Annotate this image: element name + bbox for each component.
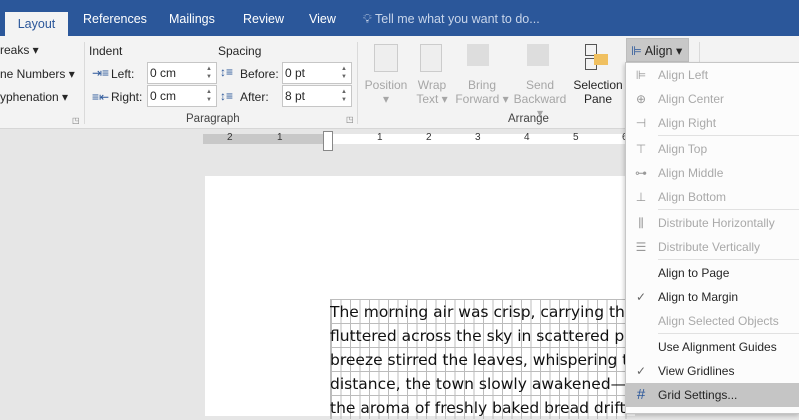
line-numbers-button[interactable]: ne Numbers ▾ (0, 67, 75, 81)
selection-pane-icon (585, 44, 609, 72)
breaks-button[interactable]: reaks ▾ (0, 43, 39, 57)
paragraph-group-label: Paragraph (186, 113, 240, 125)
menu-item-view-gridlines[interactable]: ✓ View Gridlines (626, 359, 799, 383)
align-button[interactable]: ⊫ Align ▾ (626, 38, 689, 62)
ruler-tick-label: 3 (475, 132, 481, 143)
indent-right-input[interactable]: 0 cm ▲ ▼ (147, 85, 217, 107)
menu-item-label: Align Right (658, 116, 717, 130)
menu-item-align-left[interactable]: ⊫ Align Left (626, 63, 799, 87)
menu-item-distribute-vertically[interactable]: ☰ Distribute Vertically (626, 235, 799, 259)
menu-item-label: Align to Page (658, 266, 730, 280)
position-icon (374, 44, 398, 72)
spacing-after-input[interactable]: 8 pt ▲ ▼ (282, 85, 352, 107)
send-backward-icon (527, 44, 549, 66)
checkmark-icon: ✓ (635, 364, 647, 378)
arrange-group-label: Arrange (508, 113, 549, 125)
wrap-text-button[interactable]: Wrap Text ▾ (414, 78, 450, 106)
align-left-icon: ⊫ (635, 68, 647, 82)
spacing-after-label: After: (240, 90, 269, 104)
menu-item-label: Distribute Horizontally (658, 216, 775, 230)
align-center-icon: ⊕ (635, 92, 647, 106)
menu-item-label: Align Middle (658, 166, 724, 180)
text-line: The morning air was crisp, carrying the … (330, 303, 626, 321)
text-line: breeze stirred the leaves, whispering ta… (330, 351, 626, 369)
menu-item-align-right[interactable]: ⊣ Align Right (626, 111, 799, 135)
align-icon: ⊫ (631, 44, 642, 58)
menu-item-label: Grid Settings... (658, 388, 738, 402)
align-right-icon: ⊣ (635, 116, 647, 130)
tab-mailings[interactable]: Mailings (169, 12, 215, 26)
divider (84, 42, 85, 124)
divider (357, 42, 358, 124)
selection-pane-button[interactable]: Selection Pane (572, 78, 624, 106)
tell-me-box[interactable]: 💡︎ Tell me what you want to do... (363, 12, 540, 27)
tell-me-text: Tell me what you want to do... (375, 12, 540, 26)
menu-item-align-selected-objects[interactable]: Align Selected Objects (626, 309, 799, 333)
page-setup-launcher-icon[interactable]: ◳ (72, 116, 80, 125)
indent-left-label: Left: (111, 67, 135, 81)
indent-right-label: Right: (111, 90, 143, 104)
position-button[interactable]: Position ▾ (364, 78, 408, 106)
indent-marker[interactable] (323, 131, 333, 151)
bring-forward-button[interactable]: Bring Forward ▾ (454, 78, 510, 106)
align-bottom-icon: ⊥ (635, 190, 647, 204)
align-menu: ⊫ Align Left ⊕ Align Center ⊣ Align Right ⊤ Ali… (625, 62, 799, 414)
menu-item-align-to-margin[interactable]: ✓ Align to Margin (626, 285, 799, 309)
spacing-label: Spacing (218, 44, 262, 58)
menu-item-label: Use Alignment Guides (658, 340, 777, 354)
hyphenation-button[interactable]: yphenation ▾ (0, 90, 68, 104)
ruler-tick-label: 4 (524, 132, 530, 143)
menu-item-grid-settings[interactable]: # Grid Settings... (626, 383, 799, 407)
menu-item-align-top[interactable]: ⊤ Align Top (626, 137, 799, 161)
tab-references[interactable]: References (83, 12, 147, 26)
indent-left-input[interactable]: 0 cm ▲ ▼ (147, 62, 217, 84)
tab-layout[interactable]: Layout (5, 12, 68, 37)
menu-item-label: Align Bottom (658, 190, 727, 204)
grid-icon: # (636, 386, 646, 403)
text-line: the aroma of freshly baked bread drifted… (330, 399, 626, 417)
wrap-text-icon (420, 44, 442, 72)
bring-forward-icon (467, 44, 489, 66)
menu-item-label: Align Selected Objects (658, 314, 779, 328)
spacing-before-input[interactable]: 0 pt ▲ ▼ (282, 62, 352, 84)
menu-item-label: View Gridlines (658, 364, 735, 378)
ruler-tick-label: 1 (277, 132, 283, 143)
menu-item-distribute-horizontally[interactable]: ⫼ Distribute Horizontally (626, 211, 799, 235)
spacing-before-label: Before: (240, 67, 279, 81)
lightbulb-icon: 💡︎ (363, 12, 372, 26)
menu-item-align-bottom[interactable]: ⊥ Align Bottom (626, 185, 799, 209)
tab-review[interactable]: Review (243, 12, 284, 26)
text-line: fluttered across the sky in scattered pa… (330, 327, 626, 345)
distribute-vertically-icon: ☰ (635, 240, 647, 254)
align-middle-icon: ⊶ (635, 166, 647, 180)
ruler-tick-label: 2 (227, 132, 233, 143)
ruler-tick-label: 5 (573, 132, 579, 143)
spacing-after-icon: ↕≡ (220, 89, 234, 103)
menu-item-label: Align Left (658, 68, 709, 82)
indent-label: Indent (89, 44, 123, 58)
ruler-tick-label: 1 (377, 132, 383, 143)
ribbon-tab-bar: Layout References Mailings Review View 💡… (0, 0, 799, 37)
document-text[interactable]: The morning air was crisp, carrying the … (330, 300, 626, 420)
menu-item-label: Align Center (658, 92, 725, 106)
horizontal-ruler[interactable]: 2 1 1 2 3 4 5 6 (203, 132, 633, 144)
indent-right-icon: ≡⇤ (92, 90, 110, 104)
spacing-before-icon: ↕≡ (220, 65, 234, 79)
text-line: distance, the town slowly awakened— (330, 375, 626, 393)
ruler-tick-label: 2 (426, 132, 432, 143)
tab-view[interactable]: View (309, 12, 336, 26)
menu-item-align-center[interactable]: ⊕ Align Center (626, 87, 799, 111)
checkmark-icon: ✓ (635, 290, 647, 304)
menu-item-align-middle[interactable]: ⊶ Align Middle (626, 161, 799, 185)
indent-left-icon: ⇥≡ (92, 66, 110, 80)
menu-item-label: Align Top (658, 142, 708, 156)
menu-item-align-to-page[interactable]: Align to Page (626, 261, 799, 285)
menu-item-use-alignment-guides[interactable]: Use Alignment Guides (626, 335, 799, 359)
align-top-icon: ⊤ (635, 142, 647, 156)
distribute-horizontally-icon: ⫼ (638, 216, 644, 230)
paragraph-launcher-icon[interactable]: ◳ (346, 115, 354, 124)
menu-item-label: Align to Margin (658, 290, 739, 304)
menu-item-label: Distribute Vertically (658, 240, 761, 254)
